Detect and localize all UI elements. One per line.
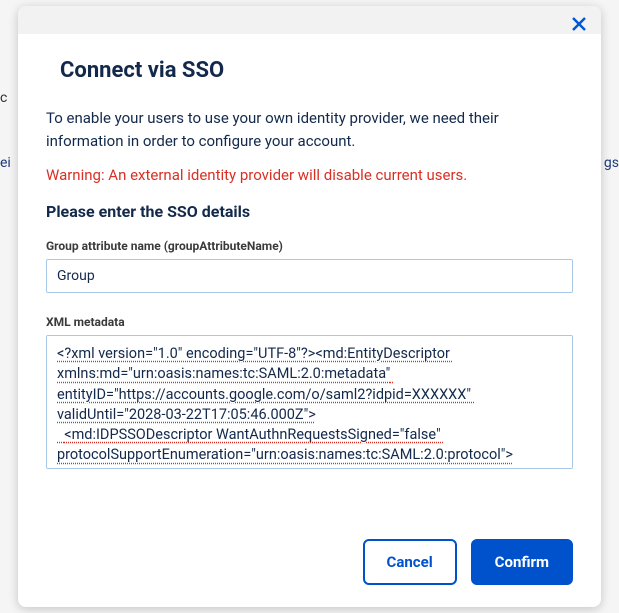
group-attribute-label: Group attribute name (groupAttributeName…: [46, 239, 573, 253]
group-attribute-input[interactable]: [46, 259, 573, 293]
modal-section-title: Please enter the SSO details: [46, 202, 573, 221]
modal-header-bar: [18, 6, 601, 34]
confirm-button[interactable]: Confirm: [471, 539, 573, 585]
close-icon: [571, 16, 587, 32]
modal-warning: Warning: An external identity provider w…: [46, 166, 573, 184]
close-button[interactable]: [569, 14, 589, 34]
modal-footer: Cancel Confirm: [18, 521, 601, 607]
xml-metadata-label: XML metadata: [46, 315, 573, 329]
modal-description: To enable your users to use your own ide…: [46, 107, 573, 152]
modal-body: Connect via SSO To enable your users to …: [18, 34, 601, 521]
xml-metadata-textarea[interactable]: [46, 335, 573, 469]
modal-title: Connect via SSO: [46, 58, 573, 83]
cancel-button[interactable]: Cancel: [363, 539, 457, 585]
sso-modal: Connect via SSO To enable your users to …: [18, 6, 601, 607]
